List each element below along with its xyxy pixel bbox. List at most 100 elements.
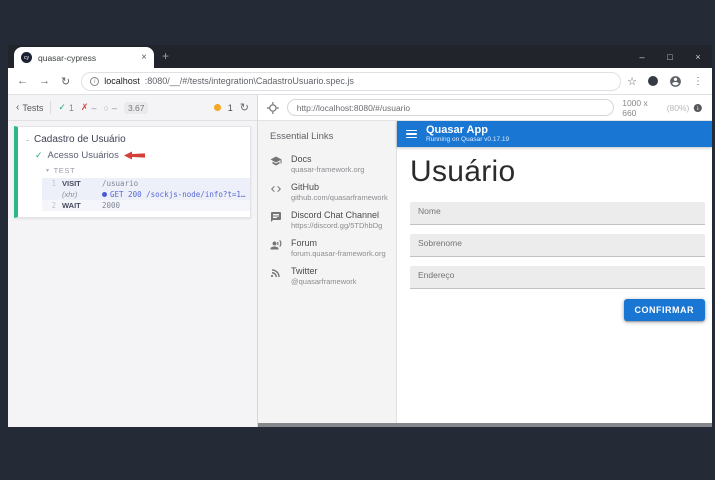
viewport-info: 1000 x 660 (80%) xyxy=(622,98,703,118)
circle-icon: ○ xyxy=(103,103,108,113)
failed-value: – xyxy=(91,103,96,113)
drawer-item-twitter[interactable]: Twitter @quasarframework xyxy=(258,263,396,291)
url-host: localhost xyxy=(104,76,140,86)
hamburger-menu-icon[interactable] xyxy=(406,130,417,139)
command-number: 2 xyxy=(46,201,56,210)
test-section-row[interactable]: ▾ TEST xyxy=(18,164,250,178)
chevron-left-icon: ‹ xyxy=(16,102,19,113)
browser-menu-icon[interactable]: ⋮ xyxy=(693,76,703,87)
test-suite-card: - Cadastro de Usuário ✓ Acesso Usuários … xyxy=(14,126,251,218)
bookmark-star-icon[interactable]: ☆ xyxy=(627,75,637,88)
collapse-icon: - xyxy=(26,135,29,145)
url-path: :8080/__/#/tests/integration\CadastroUsu… xyxy=(145,76,354,86)
command-message: /usuario xyxy=(102,179,246,188)
section-label: TEST xyxy=(54,166,76,175)
passed-value: 1 xyxy=(69,103,74,113)
new-tab-button[interactable]: + xyxy=(162,49,169,63)
close-button[interactable]: × xyxy=(684,52,712,62)
x-icon: ✗ xyxy=(81,102,89,113)
tests-label: Tests xyxy=(22,103,43,113)
window-controls: – □ × xyxy=(628,45,712,68)
queued-count: 1 xyxy=(228,103,233,113)
reload-icon[interactable]: ↻ xyxy=(61,75,70,88)
nome-input[interactable]: Nome xyxy=(410,202,705,225)
drawer-item-label: Discord Chat Channel xyxy=(291,210,382,221)
drawer-item-github[interactable]: GitHub github.com/quasarframework xyxy=(258,179,396,207)
cypress-favicon-icon: cy xyxy=(21,52,32,63)
confirmar-button[interactable]: CONFIRMAR xyxy=(624,299,706,321)
command-message: GET 200 /sockjs-node/info?t=1547220225… xyxy=(102,190,246,199)
suite-row[interactable]: - Cadastro de Usuário xyxy=(18,131,250,147)
drawer-item-discord[interactable]: Discord Chat Channel https://discord.gg/… xyxy=(258,207,396,235)
school-icon xyxy=(270,155,282,167)
route-dot-icon xyxy=(102,192,107,197)
divider xyxy=(50,101,51,114)
command-number: 1 xyxy=(46,179,56,188)
caret-down-icon: ▾ xyxy=(46,167,50,174)
drawer-item-label: Forum xyxy=(291,238,386,249)
drawer-item-caption: quasar-framework.org xyxy=(291,165,364,175)
command-row-visit[interactable]: 1 VISIT /usuario xyxy=(42,178,250,189)
command-method: (xhr) xyxy=(62,190,102,199)
rerun-tests-icon[interactable]: ↻ xyxy=(240,101,249,114)
drawer-title: Essential Links xyxy=(258,127,396,151)
selector-playground-icon[interactable] xyxy=(267,102,279,114)
address-bar[interactable]: i localhost :8080/__/#/tests/integration\… xyxy=(81,72,621,91)
page-info-icon[interactable]: i xyxy=(90,77,99,86)
auto-scroll-indicator-icon[interactable] xyxy=(214,104,221,111)
reporter-header: ‹ Tests ✓ 1 ✗ – ○ – xyxy=(8,95,257,121)
back-to-tests-button[interactable]: ‹ Tests xyxy=(16,102,43,113)
passed-count[interactable]: ✓ 1 xyxy=(58,102,74,113)
forward-icon[interactable]: → xyxy=(39,75,50,87)
cypress-reporter-panel: ‹ Tests ✓ 1 ✗ – ○ – xyxy=(8,95,258,427)
extension-icon[interactable] xyxy=(648,76,658,86)
viewport-info-icon[interactable] xyxy=(693,103,703,113)
app-title: Quasar App xyxy=(426,124,509,136)
endereco-input[interactable]: Endereço xyxy=(410,266,705,289)
browser-window: cy quasar-cypress × + – □ × ← → ↻ i loca… xyxy=(8,45,712,427)
drawer-item-caption: https://discord.gg/5TDhbDg xyxy=(291,221,382,231)
pending-count[interactable]: ○ – xyxy=(103,103,116,113)
desktop-backdrop: cy quasar-cypress × + – □ × ← → ↻ i loca… xyxy=(0,0,715,480)
minimize-button[interactable]: – xyxy=(628,52,656,62)
command-row-wait[interactable]: 2 WAIT 2000 xyxy=(42,200,250,211)
profile-avatar-icon[interactable] xyxy=(669,75,682,88)
voice-over-icon xyxy=(270,239,282,251)
command-row-xhr[interactable]: (xhr) GET 200 /sockjs-node/info?t=154722… xyxy=(42,189,250,200)
command-log: 1 VISIT /usuario (xhr) GET 200 /sockjs-n… xyxy=(42,178,250,211)
browser-toolbar: ← → ↻ i localhost :8080/__/#/tests/integr… xyxy=(8,68,712,95)
app-toolbar: Quasar App Running on Quasar v0.17.19 xyxy=(397,121,712,147)
check-icon: ✓ xyxy=(58,102,66,113)
drawer-item-label: Docs xyxy=(291,154,364,165)
command-method: VISIT xyxy=(62,179,102,188)
tab-close-icon[interactable]: × xyxy=(141,53,147,63)
tab-title: quasar-cypress xyxy=(38,53,135,63)
browser-tab[interactable]: cy quasar-cypress × xyxy=(14,47,154,68)
drawer-item-docs[interactable]: Docs quasar-framework.org xyxy=(258,151,396,179)
failed-count[interactable]: ✗ – xyxy=(81,102,97,113)
test-title: Acesso Usuários xyxy=(48,150,119,161)
browser-tab-bar: cy quasar-cypress × + – □ × xyxy=(8,45,712,68)
drawer-item-label: Twitter xyxy=(291,266,357,277)
drawer-item-forum[interactable]: Forum forum.quasar-framework.org xyxy=(258,235,396,263)
app-subtitle: Running on Quasar v0.17.19 xyxy=(426,136,509,144)
sobrenome-input[interactable]: Sobrenome xyxy=(410,234,705,257)
app-page: Quasar App Running on Quasar v0.17.19 Us… xyxy=(397,121,712,427)
aut-header: http://localhost:8080/#/usuario 1000 x 6… xyxy=(258,95,712,121)
viewport-zoom: (80%) xyxy=(667,103,690,113)
pending-value: – xyxy=(112,103,117,113)
back-icon[interactable]: ← xyxy=(17,75,28,87)
aut-panel: http://localhost:8080/#/usuario 1000 x 6… xyxy=(258,95,712,427)
command-method: WAIT xyxy=(62,201,102,210)
drawer-item-caption: forum.quasar-framework.org xyxy=(291,249,386,259)
test-row[interactable]: ✓ Acesso Usuários xyxy=(18,147,250,164)
viewport-bottom-edge xyxy=(258,423,712,427)
code-icon xyxy=(270,183,282,195)
test-passed-check-icon: ✓ xyxy=(35,150,43,161)
drawer-item-label: GitHub xyxy=(291,182,388,193)
rss-feed-icon xyxy=(270,267,282,279)
aut-url-field[interactable]: http://localhost:8080/#/usuario xyxy=(287,99,615,116)
chat-icon xyxy=(270,211,282,223)
maximize-button[interactable]: □ xyxy=(656,52,684,62)
drawer-item-caption: @quasarframework xyxy=(291,277,357,287)
